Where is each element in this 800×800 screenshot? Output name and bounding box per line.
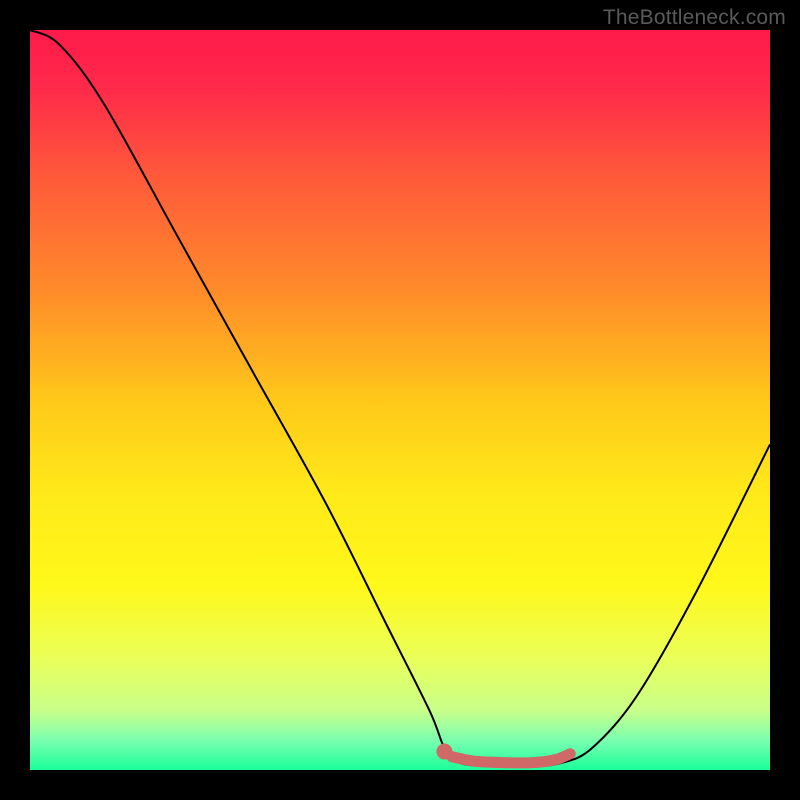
watermark-text: TheBottleneck.com	[603, 6, 786, 30]
optimal-range-marker	[436, 744, 452, 760]
bottleneck-chart	[30, 30, 770, 770]
